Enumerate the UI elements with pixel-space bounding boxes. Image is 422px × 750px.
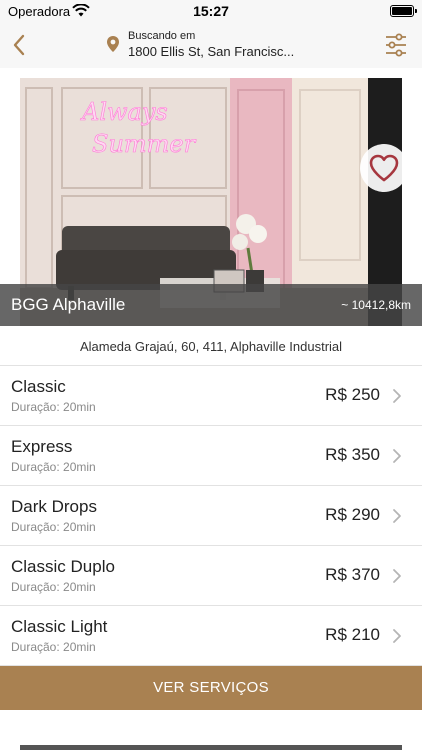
service-row[interactable]: Classic Duplo Duração: 20min R$ 370 xyxy=(0,546,422,606)
service-title: Classic Light xyxy=(11,617,108,636)
chevron-right-icon xyxy=(393,509,401,523)
service-title: Dark Drops xyxy=(11,497,97,516)
service-price: R$ 370 xyxy=(325,565,380,584)
searching-label: Buscando em xyxy=(128,30,196,42)
neon-sign-line-1: Always xyxy=(80,98,168,126)
venue-distance: ~ 10412,8km xyxy=(341,298,411,312)
status-bar: Operadora 15:27 xyxy=(0,0,422,22)
battery-icon xyxy=(390,5,417,17)
location-selector[interactable]: Buscando em 1800 Ellis St, San Francisc.… xyxy=(106,28,326,62)
services-list: Classic Duração: 20min R$ 250 Express Du… xyxy=(0,366,422,666)
sliders-icon xyxy=(386,33,406,57)
service-duration: Duração: 20min xyxy=(11,640,96,654)
service-title: Classic xyxy=(11,377,66,396)
service-price: R$ 350 xyxy=(325,445,380,464)
service-price: R$ 250 xyxy=(325,385,380,404)
map-pin-icon xyxy=(107,36,119,52)
venue-name: BGG Alphaville xyxy=(11,295,126,314)
next-card-peek xyxy=(20,745,402,750)
venue-address: Alameda Grajaú, 60, 411, Alphaville Indu… xyxy=(0,326,422,366)
filter-button[interactable] xyxy=(384,32,408,58)
chevron-right-icon xyxy=(393,629,401,643)
service-row[interactable]: Classic Light Duração: 20min R$ 210 xyxy=(0,606,422,666)
top-bar: Buscando em 1800 Ellis St, San Francisc.… xyxy=(0,22,422,68)
back-button[interactable] xyxy=(8,31,32,59)
service-duration: Duração: 20min xyxy=(11,400,96,414)
neon-sign-line-2: Summer xyxy=(92,130,197,158)
service-row[interactable]: Classic Duração: 20min R$ 250 xyxy=(0,366,422,426)
service-duration: Duração: 20min xyxy=(11,580,96,594)
service-title: Classic Duplo xyxy=(11,557,115,576)
service-price: R$ 290 xyxy=(325,505,380,524)
service-title: Express xyxy=(11,437,73,456)
view-services-button[interactable]: VER SERVIÇOS xyxy=(0,666,422,710)
service-row[interactable]: Dark Drops Duração: 20min R$ 290 xyxy=(0,486,422,546)
clock: 15:27 xyxy=(193,3,229,19)
venue-title-bar: BGG Alphaville ~ 10412,8km xyxy=(0,284,422,326)
chevron-right-icon xyxy=(393,449,401,463)
chevron-left-icon xyxy=(13,34,25,56)
service-price: R$ 210 xyxy=(325,625,380,644)
service-duration: Duração: 20min xyxy=(11,460,96,474)
favorite-button[interactable] xyxy=(360,144,408,192)
chevron-right-icon xyxy=(393,389,401,403)
service-duration: Duração: 20min xyxy=(11,520,96,534)
heart-icon xyxy=(369,154,399,182)
service-row[interactable]: Express Duração: 20min R$ 350 xyxy=(0,426,422,486)
chevron-right-icon xyxy=(393,569,401,583)
current-location: 1800 Ellis St, San Francisc... xyxy=(128,44,295,59)
